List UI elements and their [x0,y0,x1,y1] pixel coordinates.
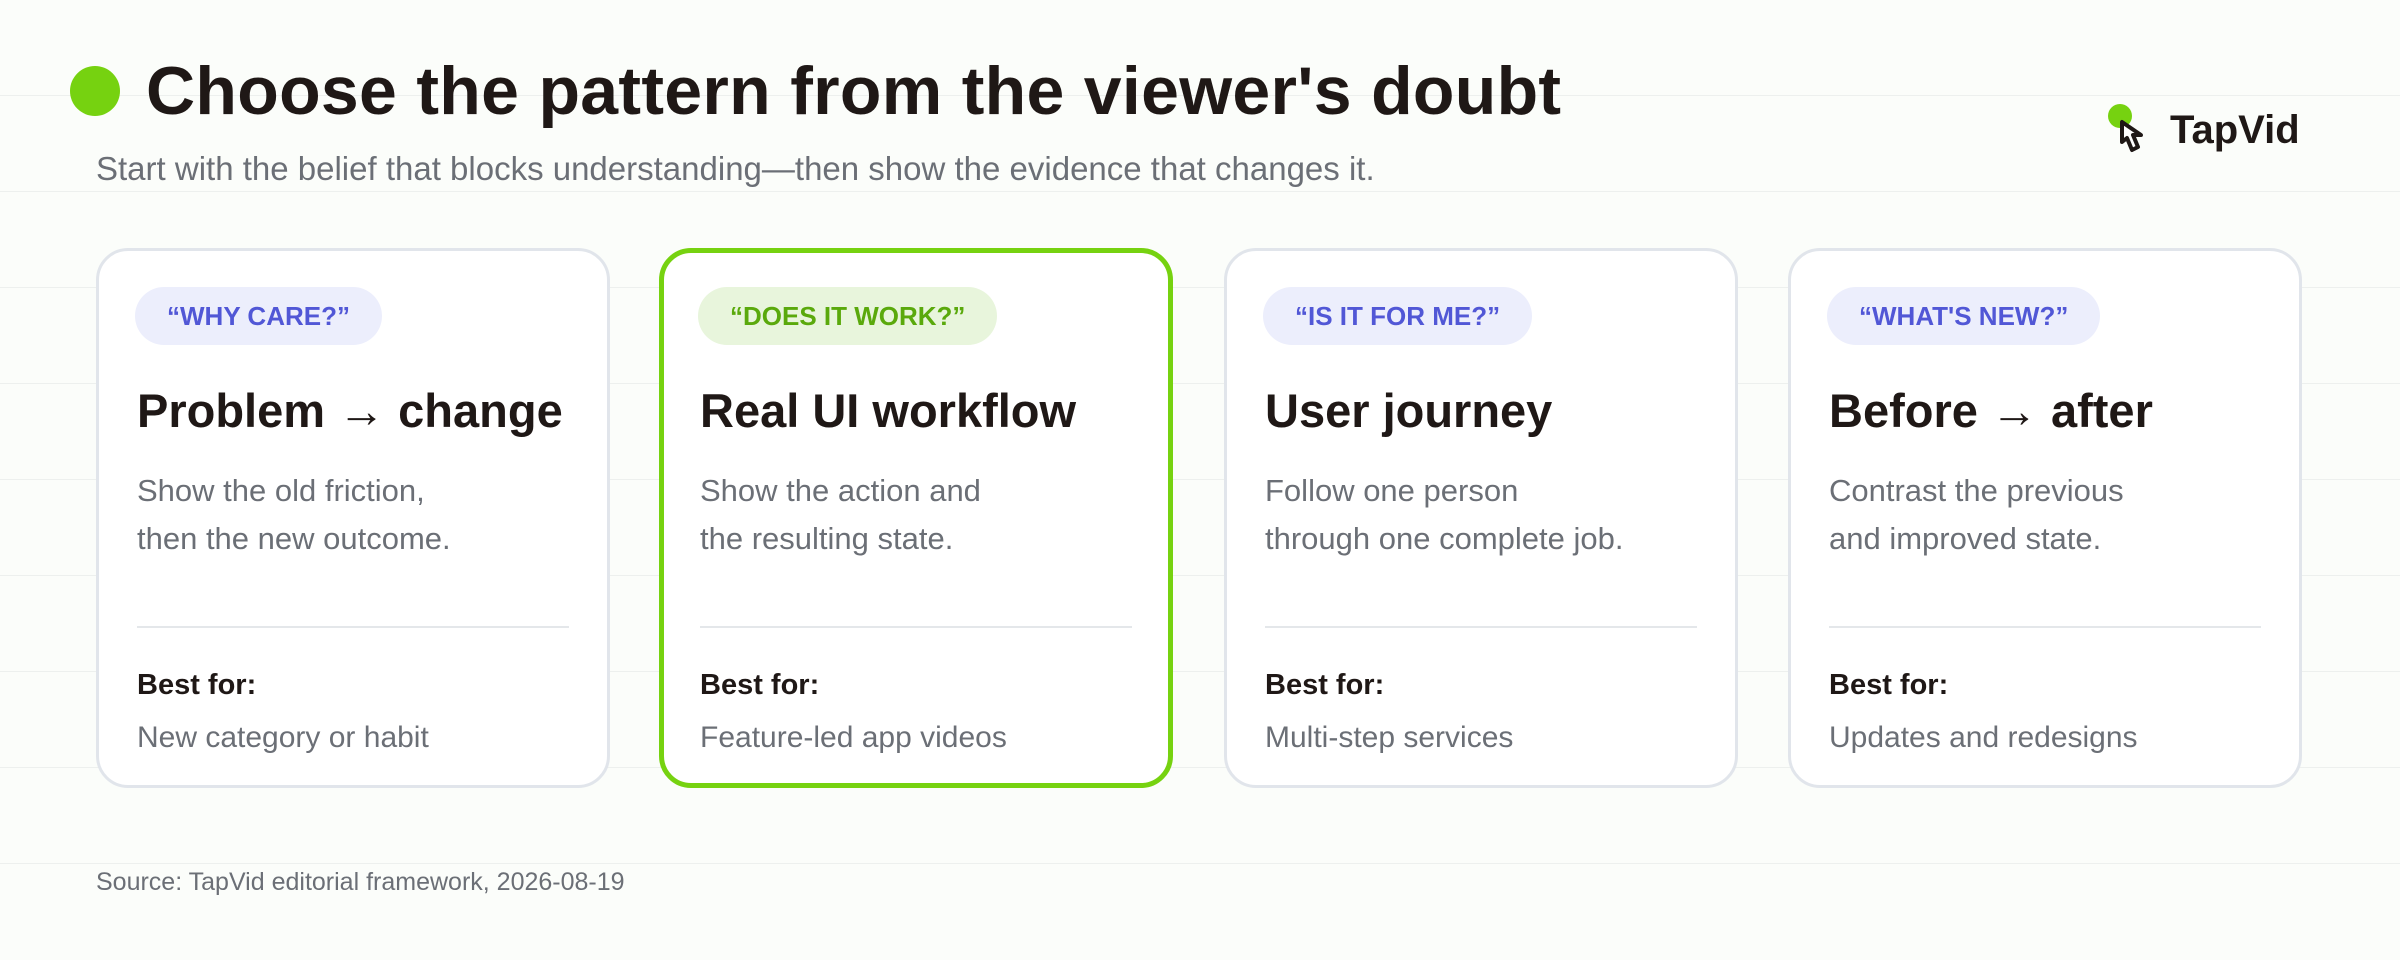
pattern-card-problem-change: “WHY CARE?” Problem → change Show the ol… [96,248,610,788]
card-description-line: and improved state. [1829,521,2102,556]
card-divider [1829,626,2261,628]
best-for-value: Updates and redesigns [1829,721,2138,754]
card-description: Follow one person through one complete j… [1265,467,1623,563]
best-for-value: Multi-step services [1265,721,1514,754]
card-description: Show the old friction, then the new outc… [137,467,451,563]
card-description-line: Follow one person [1265,473,1519,508]
pattern-card-before-after: “WHAT'S NEW?” Before → after Contrast th… [1788,248,2302,788]
best-for-label: Best for: [1265,669,1385,701]
card-divider [700,626,1132,628]
grid-line [0,863,2400,864]
card-description-line: Contrast the previous [1829,473,2124,508]
best-for-label: Best for: [1829,669,1949,701]
hand-pointer-icon [2108,104,2143,152]
card-description: Show the action and the resulting state. [700,467,981,563]
question-pill: “DOES IT WORK?” [698,287,998,345]
pattern-card-real-ui-workflow: “DOES IT WORK?” Real UI workflow Show th… [659,248,1173,788]
pattern-card-user-journey: “IS IT FOR ME?” User journey Follow one … [1224,248,1738,788]
question-pill: “WHY CARE?” [135,287,382,345]
question-pill: “IS IT FOR ME?” [1263,287,1533,345]
best-for-value: Feature-led app videos [700,721,1007,754]
card-description-line: Show the old friction, [137,473,425,508]
best-for-label: Best for: [137,669,257,701]
card-title: Before → after [1829,384,2153,437]
card-divider [137,626,569,628]
page-header: Choose the pattern from the viewer's dou… [70,52,1561,130]
grid-line [0,191,2400,192]
card-title: User journey [1265,384,1553,437]
best-for-label: Best for: [700,669,820,701]
card-description: Contrast the previous and improved state… [1829,467,2124,563]
tapvid-logo: TapVid [2106,102,2300,158]
question-pill: “WHAT'S NEW?” [1827,287,2101,345]
card-description-line: through one complete job. [1265,521,1624,556]
page-title: Choose the pattern from the viewer's dou… [146,53,1562,129]
card-description-line: then the new outcome. [137,521,451,556]
card-divider [1265,626,1697,628]
card-description-line: the resulting state. [700,521,954,556]
source-note: Source: TapVid editorial framework, 2026… [96,868,625,896]
card-description-line: Show the action and [700,473,981,508]
card-title: Problem → change [137,384,563,437]
page-subtitle: Start with the belief that blocks unders… [96,150,1375,187]
title-bullet-dot [70,66,120,116]
logo-text: TapVid [2170,107,2300,152]
best-for-value: New category or habit [137,721,429,754]
card-title: Real UI workflow [700,384,1077,437]
